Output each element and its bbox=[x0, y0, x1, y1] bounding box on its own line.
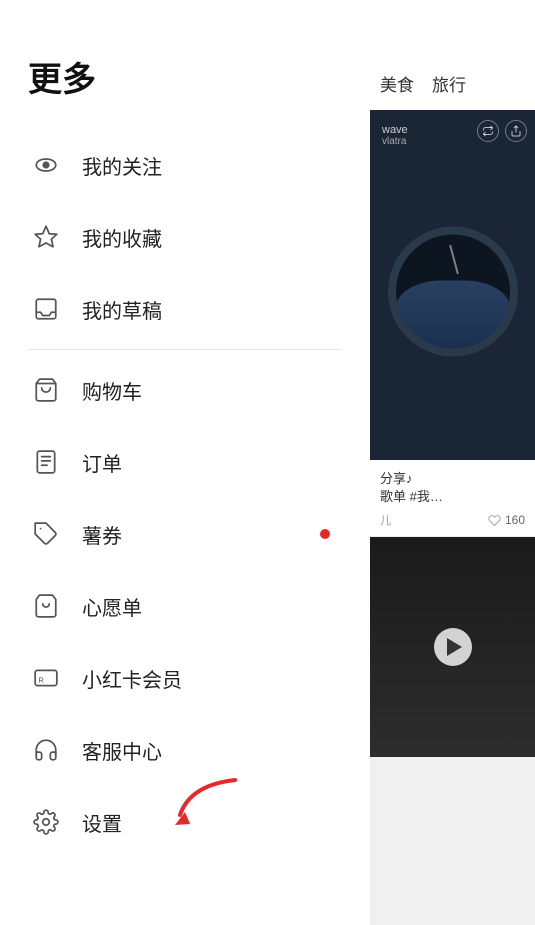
like-count: 160 bbox=[488, 513, 525, 527]
menu-label-coupons: 薯券 bbox=[82, 520, 122, 549]
nav-chip-food[interactable]: 美食 bbox=[380, 71, 414, 96]
music-card-title: 分享♪ 歌单 #我… bbox=[380, 470, 525, 506]
menu-item-membership[interactable]: R 小红卡会员 bbox=[0, 642, 370, 714]
menu-item-orders[interactable]: 订单 bbox=[0, 426, 370, 498]
bag-icon bbox=[28, 588, 64, 624]
play-triangle-icon bbox=[447, 638, 462, 656]
receipt-icon bbox=[28, 444, 64, 480]
wave-label: wave vlatra bbox=[382, 124, 408, 147]
menu-label-follow: 我的关注 bbox=[82, 151, 162, 180]
menu-label-drafts: 我的草稿 bbox=[82, 295, 162, 324]
menu-label-favorites: 我的收藏 bbox=[82, 223, 162, 252]
like-number: 160 bbox=[505, 513, 525, 527]
menu-divider bbox=[28, 349, 342, 350]
menu-label-wishlist: 心愿单 bbox=[82, 592, 142, 621]
menu-item-drafts[interactable]: 我的草稿 bbox=[0, 273, 370, 345]
wave-icons bbox=[477, 120, 527, 142]
card-icon: R bbox=[28, 660, 64, 696]
cart-icon bbox=[28, 372, 64, 408]
menu-item-wishlist[interactable]: 心愿单 bbox=[0, 570, 370, 642]
inbox-icon bbox=[28, 291, 64, 327]
video-card[interactable] bbox=[370, 537, 535, 757]
menu-label-membership: 小红卡会员 bbox=[82, 664, 182, 693]
music-card-meta: 儿 160 bbox=[380, 512, 525, 528]
wave-circle bbox=[388, 227, 518, 357]
menu-label-settings: 设置 bbox=[82, 808, 122, 837]
menu-label-cart: 购物车 bbox=[82, 376, 142, 405]
nav-chip-travel[interactable]: 旅行 bbox=[432, 71, 466, 96]
menu-list: 我的关注 我的收藏 我的草稿 购物车 bbox=[0, 129, 370, 858]
coupon-badge bbox=[320, 529, 330, 539]
menu-item-favorites[interactable]: 我的收藏 bbox=[0, 201, 370, 273]
tag-icon bbox=[28, 516, 64, 552]
headset-icon bbox=[28, 732, 64, 768]
wave-loop-icon bbox=[477, 120, 499, 142]
wave-water bbox=[396, 280, 510, 348]
svg-text:R: R bbox=[38, 675, 44, 684]
play-button[interactable] bbox=[434, 628, 472, 666]
menu-item-coupons[interactable]: 薯券 bbox=[0, 498, 370, 570]
eye-icon bbox=[28, 147, 64, 183]
menu-item-follow[interactable]: 我的关注 bbox=[0, 129, 370, 201]
right-panel: 美食 旅行 wave vlatra bbox=[370, 0, 535, 925]
music-card: 分享♪ 歌单 #我… 儿 160 bbox=[370, 460, 535, 537]
gear-icon bbox=[28, 804, 64, 840]
star-icon bbox=[28, 219, 64, 255]
menu-label-orders: 订单 bbox=[82, 448, 122, 477]
menu-item-cart[interactable]: 购物车 bbox=[0, 354, 370, 426]
page-title: 更多 bbox=[0, 0, 370, 129]
wave-card: wave vlatra bbox=[370, 110, 535, 460]
wave-share-icon bbox=[505, 120, 527, 142]
top-nav: 美食 旅行 bbox=[370, 0, 535, 110]
menu-label-support: 客服中心 bbox=[82, 736, 162, 765]
arrow-indicator bbox=[170, 770, 250, 835]
